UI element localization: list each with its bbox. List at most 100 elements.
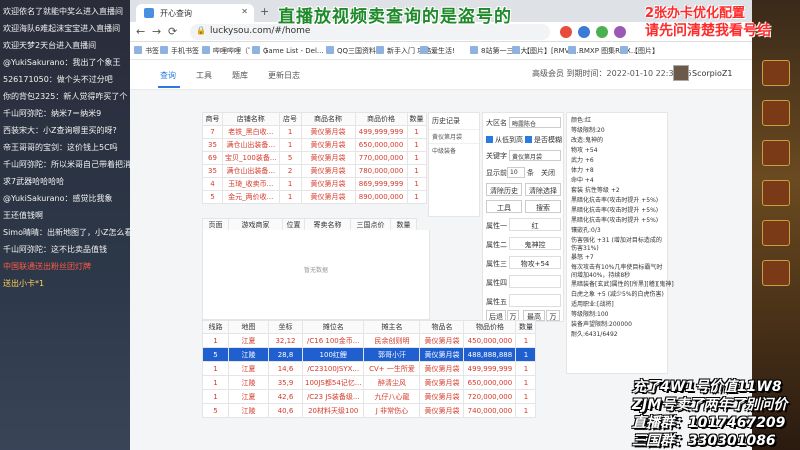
table-cell: 35 [202,138,223,152]
region-select[interactable]: 晦露陈仓 [509,117,561,128]
keyword-input[interactable]: 黄仪第月袋 [509,150,561,161]
attr-field-1[interactable]: 红 [509,218,561,231]
table-cell: 890,000,000 [354,190,408,204]
bookmark-item[interactable]: 手机书签 [160,46,199,56]
table-cell: 1 [515,375,537,390]
reload-icon[interactable]: ⟳ [168,25,177,38]
table-row[interactable]: 1 江夏 42,6/C23 JS装备级... 九仔八心龍 黄仪第月袋 720,000,00… [202,389,537,404]
unit-wan-button-2[interactable]: 万 [546,310,560,321]
table-row[interactable]: 35 满仓山出装备... 1 黄仪第月袋 650,000,000 1 [202,138,427,152]
sort-checkbox[interactable]: 从低到高 [486,135,523,145]
bookmark-item[interactable]: 书签 [134,46,159,56]
forward-icon[interactable]: → [152,25,161,38]
tools-button[interactable]: 工具 [486,200,522,213]
stream-overlay-line: 三国群：330301086 [632,433,776,449]
clear-history-button[interactable]: 清除历史 [486,183,522,196]
table-row[interactable]: 69 宝贝_100装备... 5 黄仪第月袋 770,000,000 1 [202,151,427,165]
close-button[interactable]: 关闭 [541,168,555,178]
shop-col-header[interactable]: 店铺名称 [222,112,280,126]
bookmark-item[interactable]: 爱生活! [420,46,455,56]
chat-message: @YukiSakurano：我出了个象王 [3,58,121,67]
stall-col-header[interactable]: 地图 [228,320,269,334]
table-cell: 20材料天级100 [301,403,365,418]
fuzzy-checkbox[interactable]: 是否模糊 [525,135,562,145]
table-cell: 100JS都54记忆... [301,375,365,390]
attr-field-2[interactable]: 鬼神控 [509,237,561,250]
table-cell: 1 [278,138,302,152]
shop-col-header[interactable]: 商品名称 [300,112,356,126]
attr-field-3[interactable]: 物攻+54 [509,256,561,269]
bookmark-item[interactable]: 【图片】 [620,46,659,56]
item-attribute-line: 伤害强化 +31 (增加对目标造成的伤害31%) [571,237,662,252]
shop-col-header[interactable]: 店号 [278,112,302,126]
shop-col-header[interactable]: 商品价格 [354,112,408,126]
table-row[interactable]: 5 江陵 40,6 20材料天级100 J 非常伤心 黄仪第月袋 740,000,000 1 [202,403,537,418]
shop-col-header[interactable]: 商号 [202,112,223,126]
history-item[interactable]: 黄仪第月袋 [429,129,479,143]
back-icon[interactable]: ← [136,25,145,38]
username[interactable]: ScorpioZ1 [692,69,732,78]
chat-message: 送出小卡*1 [3,279,45,288]
table-cell: /C16 100金币... [301,333,365,348]
clear-selection-button[interactable]: 清除选择 [525,183,561,196]
attr-field-4[interactable] [509,275,561,288]
stall-col-header[interactable]: 物品价格 [463,320,517,334]
table-row[interactable]: 4 玉琦_收卖币... 1 黄仪第月袋 869,999,999 1 [202,177,427,191]
avatar[interactable] [673,65,689,81]
item-attribute-line: 白虎之象 +5 (减少5%的白虎伤害) [571,291,664,298]
item-attribute-line: 颜色:红 [571,117,592,124]
table-cell: 1 [278,177,302,191]
table-row[interactable]: 1 江夏 14,6/C23100JSYX... CV+ 一生所爱 黄仪第月袋 499,99… [202,361,537,376]
extension-icon[interactable] [596,26,608,38]
show-count-select[interactable]: 10 [507,167,525,178]
bookmark-item[interactable]: Game List - Del... [252,46,324,55]
stall-col-header[interactable]: 线路 [202,320,229,334]
item-attribute-line: 每次攻击有10%几率使目标霸气时间增加40%，持续8秒 [571,264,663,279]
item-attribute-line: 武力 +6 [571,157,594,164]
attr-field-5[interactable] [509,294,561,307]
table-row[interactable]: 1 江陵 35,9 100JS都54记忆... 醉清尘风 黄仪第月袋 650,000,000… [202,375,537,390]
tab-changelog[interactable]: 更新日志 [268,70,300,81]
table-cell: 满仓山出装备... [222,164,280,178]
table-cell: 江陵 [228,347,269,362]
table-row[interactable]: 5 金元_两价收... 1 黄仪第月袋 890,000,000 1 [202,190,427,204]
table-cell: CV+ 一生所爱 [363,361,421,376]
tab-query[interactable]: 查询 [160,70,176,81]
close-tab-icon[interactable]: ✕ [241,7,248,16]
table-cell: 黄仪第月袋 [419,389,465,404]
table-cell: 醉清尘风 [363,375,421,390]
item-attribute-line: 耐久:6431/6492 [571,331,618,338]
stall-col-header[interactable]: 摊位名 [301,320,365,334]
table-cell: 1 [515,389,537,404]
table-cell: 499,999,999 [354,125,408,139]
stall-col-header[interactable]: 数量 [515,320,537,334]
extension-icon[interactable] [560,26,572,38]
table-cell: 5 [202,403,229,418]
shop-col-header[interactable]: 数量 [406,112,427,126]
table-row[interactable]: 5 江陵 28,8 100红鲤 郭哥小汗 黄仪第月袋 488,888,888 1 [202,347,537,362]
browser-tab[interactable]: 开心查询 ✕ [136,4,254,22]
extension-icon[interactable] [578,26,590,38]
search-button[interactable]: 搜索 [525,200,561,213]
extension-icon[interactable] [614,26,626,38]
chat-message: 欢迎天梦2天台进入直播间 [3,41,97,50]
stall-col-header[interactable]: 物品名 [419,320,465,334]
table-cell: 5 [278,151,302,165]
item-attribute-line: 装备声望限制:200000 [571,321,632,328]
stall-col-header[interactable]: 坐标 [268,320,303,334]
new-tab-icon[interactable]: + [260,5,269,18]
game-skill-icon [762,140,790,166]
table-row[interactable]: 35 满仓山出装备... 2 黄仪第月袋 780,000,000 1 [202,164,427,178]
item-attribute-line: 套装 抗性等级 +2 [571,187,620,194]
chat-message: 你的背包2325：新人觉得咋买了个 [3,92,128,101]
bookmark-item[interactable]: QQ三国资料站 [326,46,383,56]
table-row[interactable]: 7 老铁_黑白收... 1 黄仪第月袋 499,999,999 1 [202,125,427,139]
tab-question-bank[interactable]: 题库 [232,70,248,81]
tab-tools[interactable]: 工具 [196,70,212,81]
table-cell: 2 [278,164,302,178]
stall-col-header[interactable]: 摊主名 [363,320,421,334]
history-item[interactable]: 中级装备 [429,143,479,157]
table-cell: 740,000,000 [463,403,517,418]
table-row[interactable]: 1 江夏 32,12/C16 100金币... 民余创则明 黄仪第月袋 450,000,0… [202,333,537,348]
checkbox-checked-icon [525,136,532,143]
